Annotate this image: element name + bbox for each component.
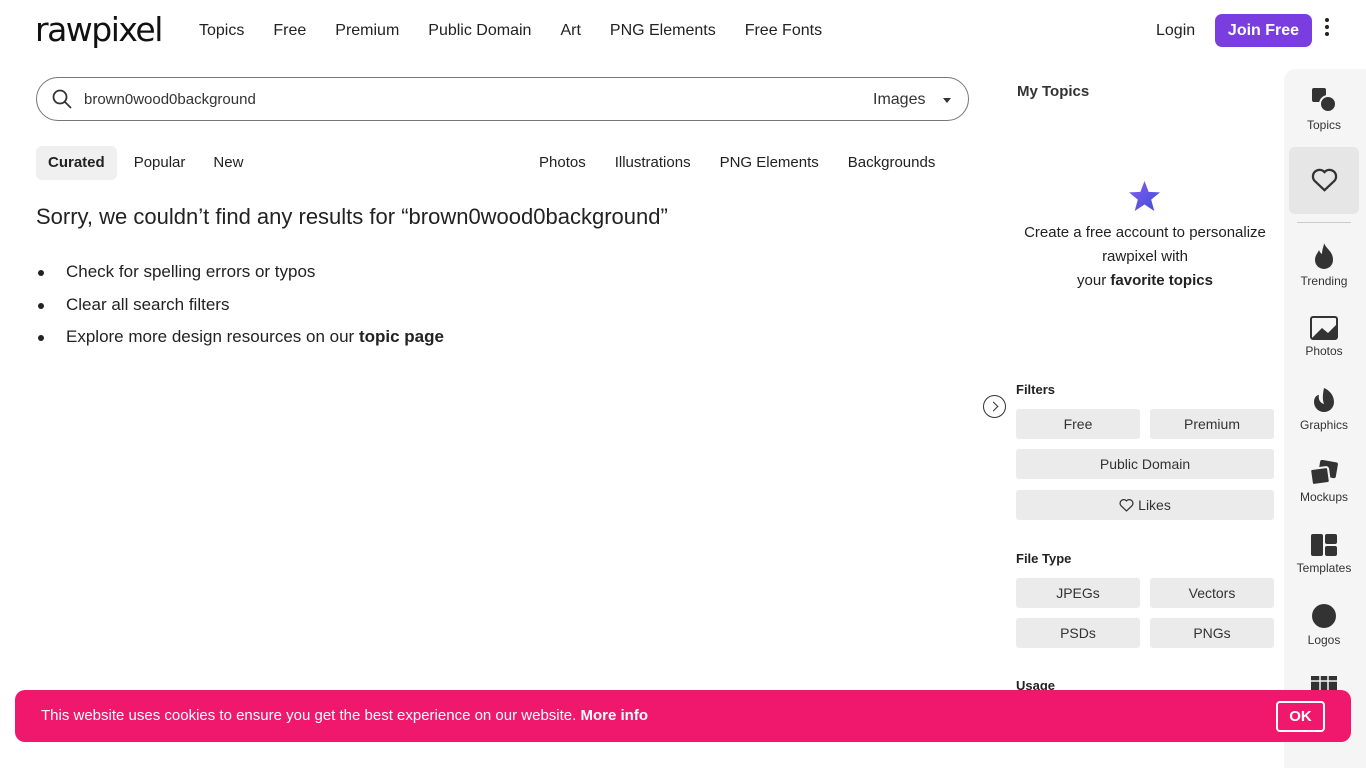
list-item: Clear all search filters — [36, 292, 444, 318]
mockup-icon — [1310, 460, 1338, 486]
nav-free[interactable]: Free — [273, 20, 306, 42]
tab-popular[interactable]: Popular — [120, 146, 200, 180]
collapse-panel-button[interactable] — [983, 395, 1006, 418]
cookie-message: This website uses cookies to ensure you … — [41, 706, 648, 726]
rail-topics[interactable]: Topics — [1289, 86, 1359, 132]
rail-label: Graphics — [1299, 418, 1349, 432]
search-input[interactable]: brown0wood0background — [84, 90, 256, 110]
tab-new[interactable]: New — [199, 146, 257, 180]
filetype-jpegs-button[interactable]: JPEGs — [1016, 578, 1140, 608]
no-results-heading: Sorry, we couldn’t find any results for … — [36, 204, 668, 229]
heart-icon — [1311, 168, 1338, 192]
filters-title: Filters — [1016, 382, 1056, 397]
rail-label: Trending — [1300, 274, 1348, 288]
rail-label: Photos — [1305, 344, 1343, 358]
favorite-topics-link[interactable]: favorite topics — [1110, 272, 1213, 289]
rail-logos[interactable]: Logos — [1289, 603, 1359, 647]
cookie-banner: This website uses cookies to ensure you … — [15, 690, 1351, 742]
template-icon — [1311, 534, 1337, 556]
category-links: Photos Illustrations PNG Elements Backgr… — [539, 146, 964, 180]
star-icon — [1129, 181, 1160, 211]
nav-free-fonts[interactable]: Free Fonts — [745, 20, 822, 42]
divider — [1297, 222, 1351, 223]
heart-icon — [1119, 499, 1134, 512]
filetype-pngs-button[interactable]: PNGs — [1150, 618, 1274, 648]
login-link[interactable]: Login — [1156, 20, 1195, 42]
rawpixel-logo[interactable]: rawpixel — [35, 10, 163, 49]
more-info-link[interactable]: More info — [580, 707, 648, 724]
promo-line: Create a free account to personalize raw… — [1024, 224, 1266, 265]
file-type-title: File Type — [1016, 551, 1072, 566]
top-header: rawpixel Topics Free Premium Public Doma… — [0, 0, 1366, 62]
list-item: Check for spelling errors or typos — [36, 259, 444, 285]
category-backgrounds[interactable]: Backgrounds — [848, 146, 936, 180]
cookie-text: This website uses cookies to ensure you … — [41, 707, 577, 724]
rail-label: Topics — [1306, 118, 1341, 132]
filter-public-domain-button[interactable]: Public Domain — [1016, 449, 1274, 479]
suggestion-list: Check for spelling errors or typos Clear… — [36, 259, 444, 357]
tip-text: Explore more design resources on our — [66, 327, 359, 346]
search-bar[interactable]: brown0wood0background Images — [36, 77, 969, 121]
photo-icon — [1310, 316, 1338, 340]
cookie-ok-button[interactable]: OK — [1276, 701, 1325, 732]
rail-label: Logos — [1307, 633, 1341, 647]
filter-premium-button[interactable]: Premium — [1150, 409, 1274, 439]
search-type-select[interactable]: Images — [873, 89, 925, 111]
tab-curated[interactable]: Curated — [36, 146, 117, 180]
nav-public-domain[interactable]: Public Domain — [428, 20, 531, 42]
my-topics-title: My Topics — [1017, 83, 1090, 100]
topics-icon — [1312, 88, 1337, 113]
topic-page-link[interactable]: topic page — [359, 327, 444, 346]
rail-mockups[interactable]: Mockups — [1289, 460, 1359, 504]
promo-prefix: your — [1077, 272, 1111, 289]
rail-label: Mockups — [1299, 490, 1349, 504]
nav-premium[interactable]: Premium — [335, 20, 399, 42]
graphics-icon — [1314, 388, 1334, 412]
logo-circle-icon — [1312, 604, 1336, 628]
rail-graphics[interactable]: Graphics — [1289, 386, 1359, 432]
main-nav: Topics Free Premium Public Domain Art PN… — [199, 20, 851, 42]
category-png-elements[interactable]: PNG Elements — [720, 146, 819, 180]
promo-line-2: your favorite topics — [1012, 269, 1278, 293]
category-photos[interactable]: Photos — [539, 146, 586, 180]
filetype-psds-button[interactable]: PSDs — [1016, 618, 1140, 648]
likes-label: Likes — [1138, 497, 1171, 513]
personalize-promo: Create a free account to personalize raw… — [1012, 221, 1278, 293]
nav-topics[interactable]: Topics — [199, 20, 244, 42]
join-free-button[interactable]: Join Free — [1215, 14, 1312, 47]
rail-templates[interactable]: Templates — [1289, 533, 1359, 575]
chevron-down-icon[interactable] — [943, 98, 951, 103]
nav-art[interactable]: Art — [560, 20, 580, 42]
flame-icon — [1315, 243, 1333, 269]
nav-png-elements[interactable]: PNG Elements — [610, 20, 716, 42]
rail-photos[interactable]: Photos — [1289, 316, 1359, 358]
filter-free-button[interactable]: Free — [1016, 409, 1140, 439]
filetype-vectors-button[interactable]: Vectors — [1150, 578, 1274, 608]
rail-trending[interactable]: Trending — [1289, 242, 1359, 288]
sort-tabs: Curated Popular New — [36, 146, 257, 180]
search-icon — [52, 89, 72, 109]
category-illustrations[interactable]: Illustrations — [615, 146, 691, 180]
list-item: Explore more design resources on our top… — [36, 324, 444, 350]
filter-likes-button[interactable]: Likes — [1016, 490, 1274, 520]
rail-likes[interactable] — [1289, 147, 1359, 214]
more-menu-icon[interactable] — [1322, 18, 1332, 42]
grid-icon[interactable] — [1311, 676, 1337, 690]
rail-label: Templates — [1296, 561, 1352, 575]
